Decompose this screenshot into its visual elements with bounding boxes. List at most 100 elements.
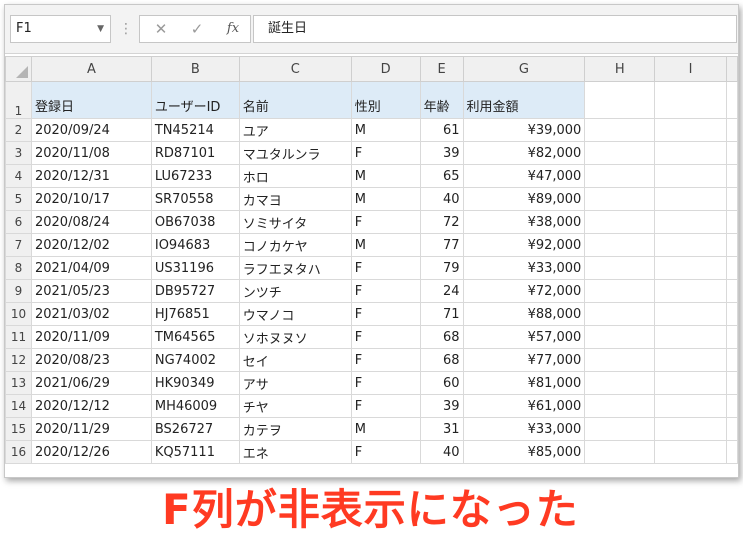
- empty-cell[interactable]: [584, 233, 656, 257]
- date-cell[interactable]: 2021/03/02: [30, 302, 152, 326]
- name-cell[interactable]: ラフエヌタハ: [238, 256, 352, 280]
- userid-cell[interactable]: MH46009: [150, 394, 240, 418]
- empty-cell[interactable]: [654, 118, 727, 142]
- row-header[interactable]: 14: [5, 394, 32, 418]
- empty-cell[interactable]: [584, 81, 656, 119]
- chevron-down-icon[interactable]: ▼: [97, 16, 104, 42]
- empty-cell[interactable]: [725, 279, 738, 303]
- column-header-e[interactable]: E: [419, 56, 464, 82]
- date-cell[interactable]: 2020/10/17: [30, 187, 152, 211]
- age-cell[interactable]: 39: [419, 394, 464, 418]
- header-cell-name[interactable]: 名前: [238, 81, 352, 119]
- select-all-corner[interactable]: [5, 56, 32, 82]
- column-header-a[interactable]: A: [30, 56, 152, 82]
- amount-cell[interactable]: ¥77,000: [462, 348, 586, 372]
- row-header[interactable]: 9: [5, 279, 32, 303]
- empty-cell[interactable]: [584, 256, 656, 280]
- header-cell-amount[interactable]: 利用金額: [462, 81, 586, 119]
- date-cell[interactable]: 2021/05/23: [30, 279, 152, 303]
- gender-cell[interactable]: F: [350, 394, 421, 418]
- age-cell[interactable]: 71: [419, 302, 464, 326]
- name-cell[interactable]: カマヨ: [238, 187, 352, 211]
- age-cell[interactable]: 61: [419, 118, 464, 142]
- empty-cell[interactable]: [654, 302, 727, 326]
- date-cell[interactable]: 2020/09/24: [30, 118, 152, 142]
- empty-cell[interactable]: [725, 256, 738, 280]
- amount-cell[interactable]: ¥81,000: [462, 371, 586, 395]
- gender-cell[interactable]: M: [350, 118, 421, 142]
- empty-cell[interactable]: [725, 440, 738, 464]
- column-header-d[interactable]: D: [350, 56, 421, 82]
- empty-cell[interactable]: [654, 210, 727, 234]
- userid-cell[interactable]: RD87101: [150, 141, 240, 165]
- column-header-c[interactable]: C: [238, 56, 352, 82]
- empty-cell[interactable]: [654, 348, 727, 372]
- name-cell[interactable]: ソミサイタ: [238, 210, 352, 234]
- userid-cell[interactable]: TN45214: [150, 118, 240, 142]
- empty-cell[interactable]: [654, 233, 727, 257]
- header-cell-userid[interactable]: ユーザーID: [150, 81, 240, 119]
- name-cell[interactable]: マユタルンラ: [238, 141, 352, 165]
- name-cell[interactable]: チヤ: [238, 394, 352, 418]
- check-icon[interactable]: ✓: [182, 16, 212, 42]
- name-cell[interactable]: ンツチ: [238, 279, 352, 303]
- name-box[interactable]: F1 ▼: [10, 15, 111, 43]
- name-cell[interactable]: セイ: [238, 348, 352, 372]
- age-cell[interactable]: 79: [419, 256, 464, 280]
- header-cell-age[interactable]: 年齢: [419, 81, 464, 119]
- name-cell[interactable]: アサ: [238, 371, 352, 395]
- empty-cell[interactable]: [654, 440, 727, 464]
- empty-cell[interactable]: [584, 141, 656, 165]
- userid-cell[interactable]: HK90349: [150, 371, 240, 395]
- name-cell[interactable]: カテヲ: [238, 417, 352, 441]
- name-cell[interactable]: エネ: [238, 440, 352, 464]
- row-header[interactable]: 8: [5, 256, 32, 280]
- row-header[interactable]: 16: [5, 440, 32, 464]
- column-header-h[interactable]: H: [584, 56, 656, 82]
- empty-cell[interactable]: [584, 417, 656, 441]
- empty-cell[interactable]: [584, 440, 656, 464]
- amount-cell[interactable]: ¥89,000: [462, 187, 586, 211]
- empty-cell[interactable]: [725, 233, 738, 257]
- date-cell[interactable]: 2020/12/12: [30, 394, 152, 418]
- column-header-g[interactable]: G: [462, 56, 586, 82]
- empty-cell[interactable]: [725, 210, 738, 234]
- column-header-partial[interactable]: [725, 56, 738, 82]
- empty-cell[interactable]: [725, 164, 738, 188]
- gender-cell[interactable]: F: [350, 279, 421, 303]
- row-header[interactable]: 6: [5, 210, 32, 234]
- date-cell[interactable]: 2020/12/31: [30, 164, 152, 188]
- amount-cell[interactable]: ¥92,000: [462, 233, 586, 257]
- empty-cell[interactable]: [725, 371, 738, 395]
- empty-cell[interactable]: [725, 118, 738, 142]
- empty-cell[interactable]: [654, 325, 727, 349]
- column-header-i[interactable]: I: [654, 56, 727, 82]
- name-cell[interactable]: ソホヌヌソ: [238, 325, 352, 349]
- empty-cell[interactable]: [725, 81, 738, 119]
- row-header[interactable]: 11: [5, 325, 32, 349]
- empty-cell[interactable]: [584, 164, 656, 188]
- gender-cell[interactable]: M: [350, 233, 421, 257]
- userid-cell[interactable]: HJ76851: [150, 302, 240, 326]
- empty-cell[interactable]: [725, 348, 738, 372]
- userid-cell[interactable]: TM64565: [150, 325, 240, 349]
- age-cell[interactable]: 77: [419, 233, 464, 257]
- empty-cell[interactable]: [654, 81, 727, 119]
- row-header[interactable]: 12: [5, 348, 32, 372]
- empty-cell[interactable]: [654, 279, 727, 303]
- row-header[interactable]: 2: [5, 118, 32, 142]
- empty-cell[interactable]: [725, 417, 738, 441]
- age-cell[interactable]: 65: [419, 164, 464, 188]
- row-header[interactable]: 4: [5, 164, 32, 188]
- gender-cell[interactable]: F: [350, 141, 421, 165]
- amount-cell[interactable]: ¥38,000: [462, 210, 586, 234]
- amount-cell[interactable]: ¥88,000: [462, 302, 586, 326]
- empty-cell[interactable]: [584, 210, 656, 234]
- row-header[interactable]: 15: [5, 417, 32, 441]
- date-cell[interactable]: 2020/12/02: [30, 233, 152, 257]
- empty-cell[interactable]: [584, 325, 656, 349]
- header-cell-date[interactable]: 登録日: [30, 81, 152, 119]
- amount-cell[interactable]: ¥61,000: [462, 394, 586, 418]
- date-cell[interactable]: 2021/06/29: [30, 371, 152, 395]
- row-header[interactable]: 1: [5, 81, 32, 119]
